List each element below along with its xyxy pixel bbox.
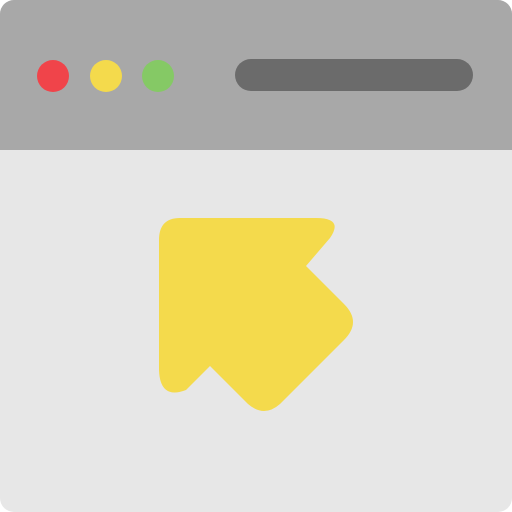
browser-window-icon (0, 0, 512, 512)
minimize-dot (90, 60, 122, 92)
maximize-dot (142, 60, 174, 92)
address-bar (235, 59, 473, 91)
window-content (0, 150, 512, 512)
title-bar (0, 0, 512, 150)
close-dot (37, 60, 69, 92)
browser-window (0, 0, 512, 512)
